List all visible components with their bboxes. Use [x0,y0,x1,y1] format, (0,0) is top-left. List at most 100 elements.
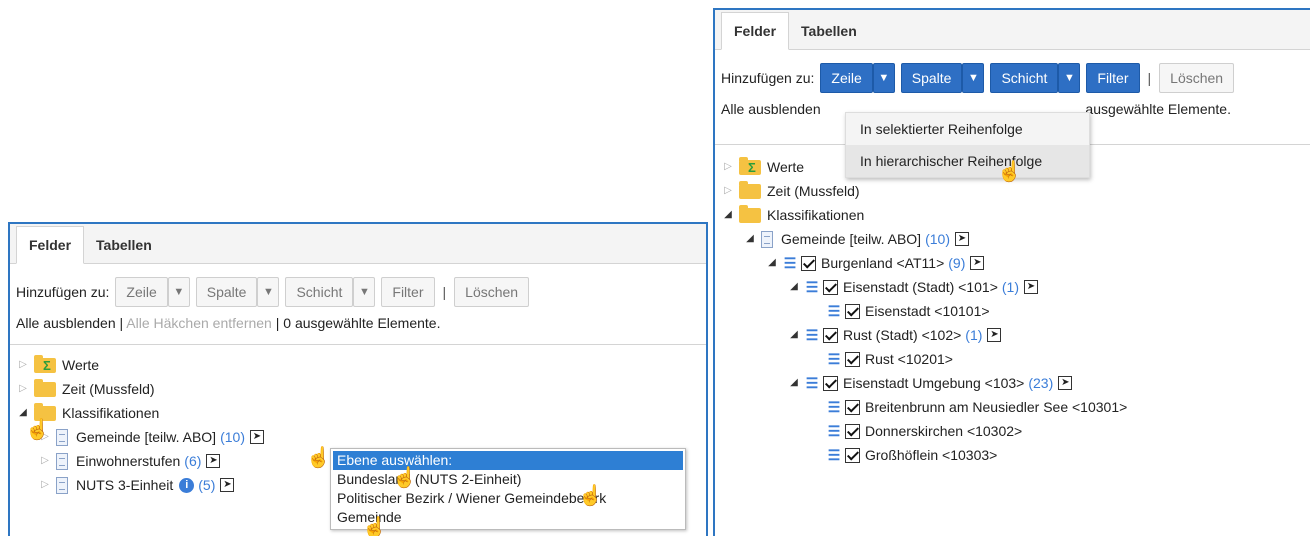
node-label: NUTS 3-Einheit [76,477,174,493]
chevron-down-icon: ▼ [173,286,185,298]
checkbox[interactable] [823,375,838,391]
spalte-dropdown-button[interactable]: ▼ [257,277,280,307]
chevron-down-icon: ▼ [1063,72,1075,84]
menu-item-selected-order[interactable]: In selektierter Reihenfolge [846,113,1089,145]
menu-item-hierarchical-order[interactable]: In hierarchischer Reihenfolge [846,145,1089,177]
loeschen-button[interactable]: Löschen [1159,63,1235,93]
tree-node-breitenbrunn[interactable]: ☰ Breitenbrunn am Neusiedler See <10301> [721,395,1310,419]
expand-triangle-icon[interactable]: ▷ [38,449,52,473]
schicht-button[interactable]: Schicht [285,277,354,307]
folder-icon: Σ [739,156,761,175]
tree-node-werte[interactable]: ▷ Σ Werte [16,353,706,377]
tab-felder[interactable]: Felder [721,12,790,50]
node-label: Rust <10201> [865,351,953,367]
tree-node-gemeinde[interactable]: ▷ Gemeinde [teilw. ABO] (10) ➤ [16,425,706,449]
checkbox[interactable] [845,447,860,463]
drag-handle-icon[interactable]: ☰ [827,347,841,371]
tree-node-grosshoeflein[interactable]: ☰ Großhöflein <10303> [721,443,1310,467]
checkbox[interactable] [801,255,816,271]
checkbox[interactable] [823,279,838,295]
tab-tabellen[interactable]: Tabellen [789,13,869,49]
add-to-label: Hinzufügen zu: [721,70,815,86]
hide-all-link[interactable]: Alle ausblenden [16,315,116,331]
drag-handle-icon[interactable]: ☰ [783,251,797,275]
remove-checks-link[interactable]: Alle Häkchen entfernen [126,315,272,331]
drag-handle-icon[interactable]: ☰ [827,443,841,467]
node-label: Klassifikationen [767,207,865,223]
tree-node-eisenstadt[interactable]: ☰ Eisenstadt <10101> [721,299,1310,323]
checkbox[interactable] [823,327,838,343]
spalte-dropdown-button[interactable]: ▼ [962,63,985,93]
collapse-triangle-icon[interactable]: ◢ [721,203,735,227]
tab-felder[interactable]: Felder [16,226,85,264]
info-icon[interactable]: i [179,477,195,493]
tree-node-klassifikationen[interactable]: ◢ Klassifikationen [16,401,706,425]
tab-tabellen[interactable]: Tabellen [84,227,164,263]
node-count: (9) [948,255,966,271]
arrow-right-icon[interactable]: ➤ [954,232,969,246]
right-panel: Felder Tabellen Hinzufügen zu: Zeile ▼ S… [713,8,1310,536]
collapse-triangle-icon[interactable]: ◢ [765,251,779,275]
tree-node-rust-stadt[interactable]: ◢ ☰ Rust (Stadt) <102> (1) ➤ [721,323,1310,347]
filter-button[interactable]: Filter [1086,63,1140,93]
schicht-dropdown-button[interactable]: ▼ [1058,63,1081,93]
collapse-triangle-icon[interactable]: ◢ [787,371,801,395]
zeile-dropdown-button[interactable]: ▼ [872,63,895,93]
loeschen-button[interactable]: Löschen [454,277,530,307]
tree-node-burgenland[interactable]: ◢ ☰ Burgenland <AT11> (9) ➤ [721,251,1310,275]
tree-node-gemeinde[interactable]: ◢ Gemeinde [teilw. ABO] (10) ➤ [721,227,1310,251]
filter-button[interactable]: Filter [381,277,435,307]
zeile-dropdown-button[interactable]: ▼ [167,277,190,307]
node-label: Eisenstadt (Stadt) <101> [843,279,998,295]
schicht-dropdown-button[interactable]: ▼ [353,277,376,307]
expand-triangle-icon[interactable]: ▷ [38,473,52,497]
tree-node-eisenstadt-umgebung[interactable]: ◢ ☰ Eisenstadt Umgebung <103> (23) ➤ [721,371,1310,395]
drag-handle-icon[interactable]: ☰ [827,299,841,323]
tree-node-klassifikationen[interactable]: ◢ Klassifikationen [721,203,1310,227]
checkbox[interactable] [845,423,860,439]
expand-triangle-icon[interactable]: ▷ [16,353,30,377]
arrow-right-icon[interactable]: ➤ [206,454,221,468]
drag-handle-icon[interactable]: ☰ [805,323,819,347]
node-count: (1) [965,327,983,343]
tree-node-zeit[interactable]: ▷ Zeit (Mussfeld) [16,377,706,401]
expand-triangle-icon[interactable]: ▷ [721,155,735,179]
drag-handle-icon[interactable]: ☰ [827,419,841,443]
collapse-triangle-icon[interactable]: ◢ [743,227,757,251]
node-count: (23) [1028,375,1054,391]
collapse-triangle-icon[interactable]: ◢ [787,323,801,347]
arrow-right-icon[interactable]: ➤ [987,328,1002,342]
drag-handle-icon[interactable]: ☰ [805,275,819,299]
drag-handle-icon[interactable]: ☰ [827,395,841,419]
zeile-button[interactable]: Zeile [115,277,168,307]
dropdown-item-bezirk[interactable]: Politischer Bezirk / Wiener Gemeindebezi… [333,489,683,508]
hide-all-link[interactable]: Alle ausblenden [721,101,821,117]
spalte-button[interactable]: Spalte [195,277,258,307]
dropdown-item-bundesland[interactable]: Bundesland (NUTS 2-Einheit) [333,470,683,489]
node-count: (6) [184,453,202,469]
zeile-button[interactable]: Zeile [820,63,873,93]
hand-cursor-icon: ☝ [25,419,50,441]
arrow-right-icon[interactable]: ➤ [220,478,235,492]
schicht-button[interactable]: Schicht [990,63,1059,93]
expand-triangle-icon[interactable]: ▷ [16,377,30,401]
toolbar: Hinzufügen zu: Zeile ▼ Spalte ▼ Schicht … [715,60,1310,96]
expand-triangle-icon[interactable]: ▷ [721,179,735,203]
node-label: Großhöflein <10303> [865,447,998,463]
tree-node-eisenstadt-stadt[interactable]: ◢ ☰ Eisenstadt (Stadt) <101> (1) ➤ [721,275,1310,299]
hand-cursor-icon: ☝ [392,467,417,489]
drag-handle-icon[interactable]: ☰ [805,371,819,395]
tree-node-donnerskirchen[interactable]: ☰ Donnerskirchen <10302> [721,419,1310,443]
checkbox[interactable] [845,303,860,319]
arrow-right-icon[interactable]: ➤ [1058,376,1073,390]
tree-node-rust[interactable]: ☰ Rust <10201> [721,347,1310,371]
arrow-right-icon[interactable]: ➤ [970,256,985,270]
arrow-right-icon[interactable]: ➤ [249,430,264,444]
tab-bar: Felder Tabellen [715,10,1310,50]
arrow-right-icon[interactable]: ➤ [1024,280,1038,294]
spalte-button[interactable]: Spalte [900,63,963,93]
node-count: (1) [1001,279,1019,295]
collapse-triangle-icon[interactable]: ◢ [787,275,801,299]
checkbox[interactable] [845,399,860,415]
checkbox[interactable] [845,351,860,367]
